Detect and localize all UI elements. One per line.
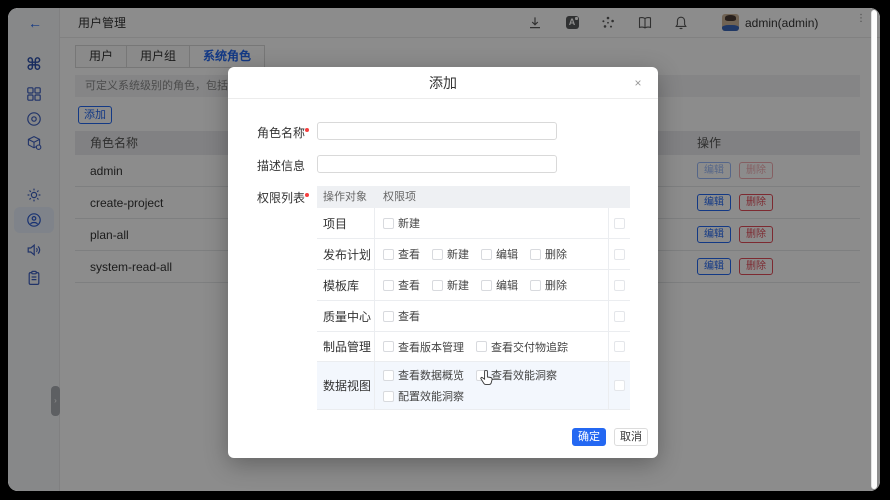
row-select-checkbox[interactable] bbox=[614, 341, 625, 352]
col-operation-object: 操作对象 bbox=[317, 186, 375, 208]
permission-option[interactable]: 查看版本管理 bbox=[383, 339, 464, 355]
permission-option[interactable]: 新建 bbox=[432, 277, 469, 293]
row-select-checkbox[interactable] bbox=[614, 311, 625, 322]
permission-row: 项目 新建 bbox=[317, 208, 630, 239]
permission-option[interactable]: 配置效能洞察 bbox=[383, 388, 464, 404]
checkbox[interactable] bbox=[481, 280, 492, 291]
object-cell: 数据视图 bbox=[317, 362, 375, 409]
confirm-button[interactable]: 确定 bbox=[572, 428, 606, 446]
close-icon[interactable]: × bbox=[628, 67, 648, 99]
add-role-dialog: 添加 × 角色名称 描述信息 权限列表 操作对象 权限项 项目 bbox=[228, 67, 658, 458]
permission-table-header: 操作对象 权限项 bbox=[317, 186, 630, 208]
required-dot bbox=[305, 128, 309, 132]
permission-option[interactable]: 删除 bbox=[530, 277, 567, 293]
checkbox[interactable] bbox=[432, 249, 443, 260]
object-cell: 制品管理 bbox=[317, 332, 375, 361]
permission-option[interactable]: 查看 bbox=[383, 308, 420, 324]
permission-option[interactable]: 查看数据概览 bbox=[383, 367, 464, 383]
dialog-title: 添加 bbox=[228, 67, 658, 99]
permission-option[interactable]: 新建 bbox=[432, 246, 469, 262]
col-permission-items: 权限项 bbox=[375, 186, 608, 208]
checkbox[interactable] bbox=[383, 341, 394, 352]
object-cell: 模板库 bbox=[317, 270, 375, 300]
row-select-checkbox[interactable] bbox=[614, 280, 625, 291]
row-select-checkbox[interactable] bbox=[614, 249, 625, 260]
cancel-button[interactable]: 取消 bbox=[614, 428, 648, 446]
checkbox[interactable] bbox=[383, 218, 394, 229]
row-select-checkbox[interactable] bbox=[614, 380, 625, 391]
row-select-checkbox[interactable] bbox=[614, 218, 625, 229]
object-cell: 项目 bbox=[317, 208, 375, 238]
required-dot bbox=[305, 193, 309, 197]
checkbox[interactable] bbox=[383, 311, 394, 322]
app-window: ← ⌘ bbox=[8, 8, 880, 491]
checkbox[interactable] bbox=[383, 370, 394, 381]
role-name-label: 角色名称 bbox=[257, 124, 305, 141]
checkbox[interactable] bbox=[481, 249, 492, 260]
permission-row: 发布计划 查看 新建 编辑 删除 bbox=[317, 239, 630, 270]
checkbox[interactable] bbox=[383, 249, 394, 260]
role-name-input[interactable] bbox=[317, 122, 557, 140]
dialog-header: 添加 × bbox=[228, 67, 658, 99]
permission-option[interactable]: 编辑 bbox=[481, 277, 518, 293]
permission-option[interactable]: 查看交付物追踪 bbox=[476, 339, 568, 355]
object-cell: 发布计划 bbox=[317, 239, 375, 269]
permission-option[interactable]: 查看 bbox=[383, 277, 420, 293]
description-label: 描述信息 bbox=[257, 157, 305, 174]
description-input[interactable] bbox=[317, 155, 557, 173]
checkbox[interactable] bbox=[530, 280, 541, 291]
scrollbar[interactable] bbox=[871, 10, 877, 489]
permission-option[interactable]: 删除 bbox=[530, 246, 567, 262]
permission-row-hovered: 数据视图 查看数据概览 查看效能洞察 配置效能洞察 bbox=[317, 362, 630, 410]
permission-option[interactable]: 查看 bbox=[383, 246, 420, 262]
checkbox[interactable] bbox=[476, 341, 487, 352]
permission-option[interactable]: 新建 bbox=[383, 215, 420, 231]
permission-row: 模板库 查看 新建 编辑 删除 bbox=[317, 270, 630, 301]
permission-row: 制品管理 查看版本管理 查看交付物追踪 bbox=[317, 332, 630, 362]
permission-table: 操作对象 权限项 项目 新建 发布计划 查看 bbox=[317, 186, 630, 410]
mouse-cursor-icon bbox=[480, 370, 494, 387]
screen: ← ⌘ bbox=[0, 0, 890, 500]
permission-option[interactable]: 编辑 bbox=[481, 246, 518, 262]
checkbox[interactable] bbox=[432, 280, 443, 291]
checkbox[interactable] bbox=[383, 391, 394, 402]
checkbox[interactable] bbox=[383, 280, 394, 291]
permission-row: 质量中心 查看 bbox=[317, 301, 630, 332]
checkbox[interactable] bbox=[530, 249, 541, 260]
object-cell: 质量中心 bbox=[317, 301, 375, 331]
permissions-label: 权限列表 bbox=[257, 189, 305, 206]
